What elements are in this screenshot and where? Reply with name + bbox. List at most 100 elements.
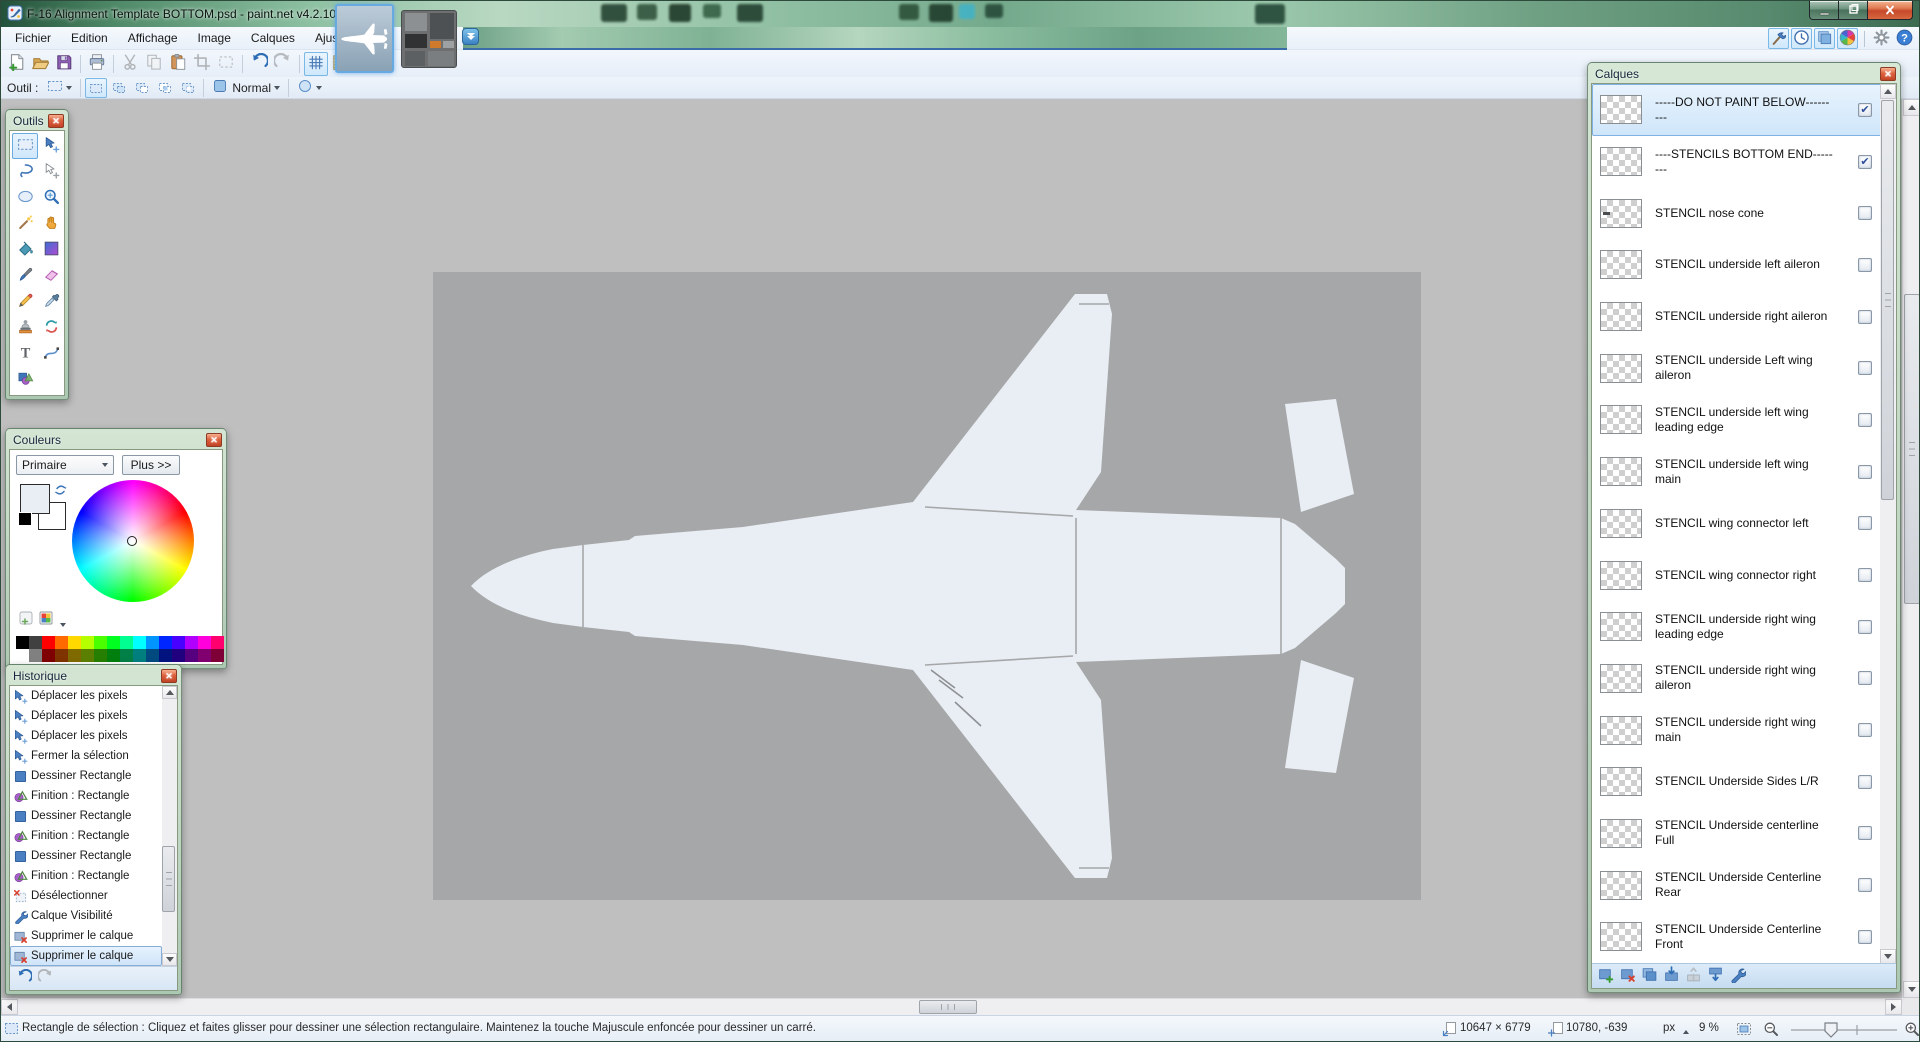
layer-row[interactable]: -----DO NOT PAINT BELOW---------✔ [1592,84,1882,136]
selection-mode-union[interactable] [108,78,130,98]
palette-swatch[interactable] [185,649,198,662]
zoom-level-value[interactable]: 9 % [1699,1022,1719,1034]
history-item[interactable]: Déplacer les pixels [10,726,162,746]
tool-pencil[interactable] [12,289,38,315]
maximize-button[interactable] [1839,1,1867,20]
history-item[interactable]: Calque Visibilité [10,906,162,926]
unit-selector[interactable]: px [1663,1022,1675,1034]
palette-swatch[interactable] [159,649,172,662]
layer-row[interactable]: STENCIL underside left wing leading edge [1592,394,1882,446]
palette-swatch[interactable] [68,636,81,649]
active-tool-dropdown[interactable] [43,78,76,98]
tool-text[interactable]: T [12,341,38,367]
palette-dropdown-arrow[interactable] [60,616,66,630]
tool-eraser[interactable] [38,263,64,289]
duplicate-layer-button[interactable] [1640,967,1659,986]
tools-close-icon[interactable]: ✕ [48,114,64,128]
color-wheel-selector[interactable] [127,536,137,546]
layer-visibility-checkbox[interactable] [1858,723,1872,737]
primary-color-swatch[interactable] [20,484,50,514]
palette-swatch[interactable] [185,636,198,649]
palette-swatch[interactable] [16,649,29,662]
layer-visibility-checkbox[interactable] [1858,930,1872,944]
menu-image[interactable]: Image [188,27,241,50]
layer-row[interactable]: STENCIL underside Left wing aileron [1592,342,1882,394]
layers-close-icon[interactable]: ✕ [1880,67,1896,81]
layer-visibility-checkbox[interactable] [1858,413,1872,427]
default-colors-swatch[interactable] [18,512,32,526]
new-button[interactable] [4,52,28,76]
tool-lasso-select[interactable] [12,159,38,185]
palette-swatch[interactable] [55,636,68,649]
more-colors-button[interactable]: Plus >> [122,455,180,475]
history-close-icon[interactable]: ✕ [161,669,177,683]
image-tab-f16-template[interactable] [335,4,394,73]
menu-affichage[interactable]: Affichage [118,27,188,50]
unit-selector-arrow[interactable] [1683,1025,1689,1037]
layer-row[interactable]: STENCIL Underside Centerline Rear [1592,859,1882,911]
tool-magic-wand[interactable] [12,211,38,237]
palette-swatch[interactable] [94,649,107,662]
toggle-history-window-button[interactable] [1791,28,1812,49]
layer-visibility-checkbox[interactable] [1858,206,1872,220]
palette-swatch[interactable] [211,636,224,649]
undo-button[interactable] [247,52,271,76]
history-item[interactable]: Dessiner Rectangle [10,766,162,786]
print-button[interactable] [85,52,109,76]
vertical-scrollbar[interactable] [1902,99,1920,998]
color-mode-dropdown[interactable]: Primaire [16,455,114,475]
zoom-out-icon[interactable] [1763,1021,1779,1040]
tool-gradient[interactable] [38,237,64,263]
selection-mode-subtract[interactable] [131,78,153,98]
merge-layer-down-button[interactable] [1662,967,1681,986]
tool-clone-stamp[interactable] [12,315,38,341]
delete-layer-button[interactable] [1618,967,1637,986]
layers-scrollbar[interactable] [1880,84,1896,964]
layer-visibility-checkbox[interactable] [1858,568,1872,582]
layer-row[interactable]: ----STENCILS BOTTOM END--------✔ [1592,136,1882,188]
minimize-button[interactable] [1809,1,1839,20]
layer-visibility-checkbox[interactable] [1858,361,1872,375]
copy-button[interactable] [142,52,166,76]
cut-button[interactable] [118,52,142,76]
palette-swatch[interactable] [172,649,185,662]
move-layer-down-button[interactable] [1706,967,1725,986]
toggle-tools-window-button[interactable] [1768,28,1789,49]
palette-swatch[interactable] [146,636,159,649]
palette-swatch[interactable] [29,636,42,649]
history-item[interactable]: Finition : Rectangle [10,786,162,806]
v-scroll-thumb[interactable] [1904,294,1920,604]
palette-swatch[interactable] [68,649,81,662]
update-notification-icon[interactable] [462,28,479,45]
tool-shapes[interactable] [12,367,38,393]
palette-swatch[interactable] [120,636,133,649]
palette-swatch[interactable] [42,636,55,649]
layer-properties-button[interactable] [1728,967,1747,986]
layer-row[interactable]: STENCIL Underside centerline Full [1592,808,1882,860]
tool-zoom-tool[interactable] [38,185,64,211]
save-button[interactable] [52,52,76,76]
close-button[interactable] [1867,1,1913,20]
history-item[interactable]: Supprimer le calque [10,946,162,966]
zoom-to-window-icon[interactable] [1736,1021,1752,1040]
tool-rectangle-select[interactable] [12,133,38,159]
palette-swatch[interactable] [211,649,224,662]
layer-visibility-checkbox[interactable] [1858,878,1872,892]
palette-swatch[interactable] [42,649,55,662]
tool-paint-bucket[interactable] [12,237,38,263]
layer-row[interactable]: STENCIL underside right aileron [1592,291,1882,343]
add-palette-color-icon[interactable] [18,610,34,629]
palette-swatch[interactable] [133,649,146,662]
menu-calques[interactable]: Calques [241,27,305,50]
open-button[interactable] [28,52,52,76]
move-layer-up-button[interactable] [1684,967,1703,986]
swap-colors-icon[interactable] [54,482,70,501]
colors-close-icon[interactable]: ✕ [206,433,222,447]
layer-visibility-checkbox[interactable]: ✔ [1858,155,1872,169]
history-item[interactable]: Finition : Rectangle [10,866,162,886]
crop-to-selection-button[interactable] [190,52,214,76]
palette-swatch[interactable] [94,636,107,649]
zoom-in-icon[interactable] [1904,1021,1920,1040]
layer-row[interactable]: STENCIL Underside Centerline Front [1592,911,1882,963]
history-item[interactable]: Déplacer les pixels [10,706,162,726]
